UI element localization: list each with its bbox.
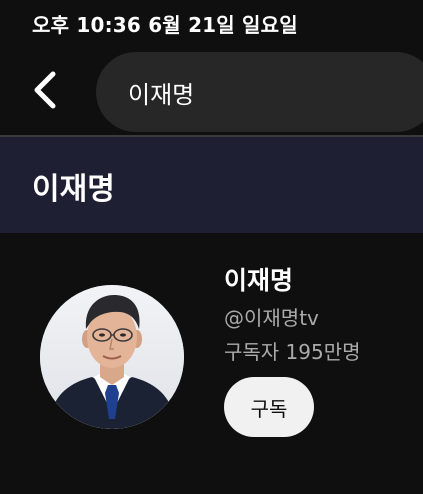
channel-handle: @이재명tv xyxy=(224,306,319,330)
channel-result-card[interactable]: 이재명 @이재명tv 구독자 195만명 구독 xyxy=(0,233,423,494)
channel-avatar[interactable] xyxy=(40,285,184,429)
search-query-text[interactable]: 이재명 xyxy=(128,75,194,110)
channel-name[interactable]: 이재명 xyxy=(224,263,361,299)
search-input[interactable]: 이재명 xyxy=(96,52,423,132)
chevron-left-icon xyxy=(34,71,56,109)
channel-header-banner[interactable]: 이재명 xyxy=(0,137,423,233)
channel-info: 이재명 @이재명tv 구독자 195만명 구독 xyxy=(224,263,361,437)
back-button[interactable] xyxy=(24,68,68,112)
subscriber-count: 구독자 195만명 xyxy=(224,340,361,364)
channel-header-title: 이재명 xyxy=(32,172,115,207)
status-bar: 오후 10:36 6월 21일 일요일 xyxy=(0,0,423,44)
status-time-date: 오후 10:36 6월 21일 일요일 xyxy=(32,13,298,37)
person-portrait-avatar xyxy=(40,285,184,429)
search-top-bar: 이재명 xyxy=(0,44,423,136)
subscribe-button[interactable]: 구독 xyxy=(224,377,314,437)
youtube-search-screen: 오후 10:36 6월 21일 일요일 이재명 이재명 이재명 @이재명tv 구… xyxy=(0,0,423,494)
